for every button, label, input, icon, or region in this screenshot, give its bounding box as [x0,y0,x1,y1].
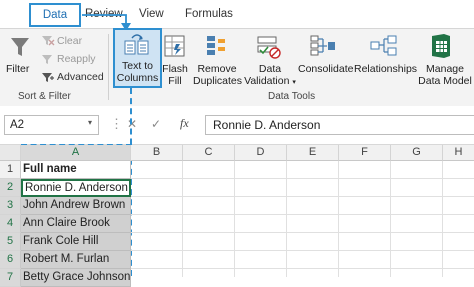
text-to-columns-icon [124,34,149,55]
tab-data[interactable]: Data [29,3,81,27]
row-header-1[interactable]: 1 [0,161,21,179]
remove-duplicates-icon [207,36,225,55]
data-validation-icon [257,36,281,59]
tab-formulas[interactable]: Formulas [185,8,233,20]
cancel-icon[interactable]: ✕ [127,117,137,131]
row-header-5[interactable]: 5 [0,233,21,251]
cell-a5[interactable]: Frank Cole Hill [21,233,131,251]
chevron-down-icon: ▾ [292,79,296,86]
row-header-2[interactable]: 2 [0,179,21,197]
row-header-6[interactable]: 6 [0,251,21,269]
reapply-button[interactable]: Reapply [57,53,96,65]
cell-a4[interactable]: Ann Claire Brook [21,215,131,233]
empty-cells-grid[interactable] [131,161,474,277]
manage-data-model-icon [432,34,450,58]
advanced-button[interactable]: Advanced [57,71,104,83]
manage-data-model-button[interactable]: Manage Data Model [417,63,473,87]
consolidate-icon [310,35,335,56]
column-header-g[interactable]: G [391,145,443,161]
select-all-corner[interactable] [0,145,21,161]
clear-filter-icon [42,36,55,46]
column-header-b[interactable]: B [131,145,183,161]
sort-filter-group-label: Sort & Filter [18,91,71,102]
enter-icon[interactable]: ✓ [151,117,161,131]
consolidate-button[interactable]: Consolidate [298,63,353,75]
row-header-7[interactable]: 7 [0,269,21,287]
more-dots-icon: ⋮ [110,116,124,131]
relationships-icon [370,35,397,56]
cell-a2[interactable]: Ronnie D. Anderson [21,179,131,197]
row-header-4[interactable]: 4 [0,215,21,233]
column-header-f[interactable]: F [339,145,391,161]
tab-view[interactable]: View [139,8,164,20]
column-header-h[interactable]: H [443,145,474,161]
row-header-3[interactable]: 3 [0,197,21,215]
fx-icon[interactable]: fx [180,116,189,131]
flash-fill-icon [164,35,185,57]
column-header-d[interactable]: D [235,145,287,161]
cell-a1[interactable]: Full name [21,161,131,179]
cell-a6[interactable]: Robert M. Furlan [21,251,131,269]
group-divider [108,34,109,100]
flash-fill-button[interactable]: Flash Fill [161,63,189,87]
text-to-columns-label: Text to Columns [116,60,159,84]
cell-a3[interactable]: John Andrew Brown [21,197,131,215]
name-box-dropdown-icon[interactable]: ▾ [88,118,92,127]
data-validation-button[interactable]: Data Validation ▾ [244,63,296,89]
advanced-filter-icon [42,73,54,82]
column-header-a[interactable]: A [21,145,131,161]
remove-duplicates-button[interactable]: Remove Duplicates [193,63,242,87]
filter-button[interactable]: Filter [6,63,29,75]
column-header-e[interactable]: E [287,145,339,161]
relationships-button[interactable]: Relationships [354,63,417,75]
cell-a7[interactable]: Betty Grace Johnson [21,269,131,287]
name-box[interactable]: A2 [4,115,99,135]
column-header-c[interactable]: C [183,145,235,161]
clear-button[interactable]: Clear [57,35,82,47]
data-tools-group-label: Data Tools [268,91,316,102]
filter-icon [11,38,29,56]
reapply-icon [42,55,52,64]
formula-input[interactable]: Ronnie D. Anderson [205,115,474,135]
